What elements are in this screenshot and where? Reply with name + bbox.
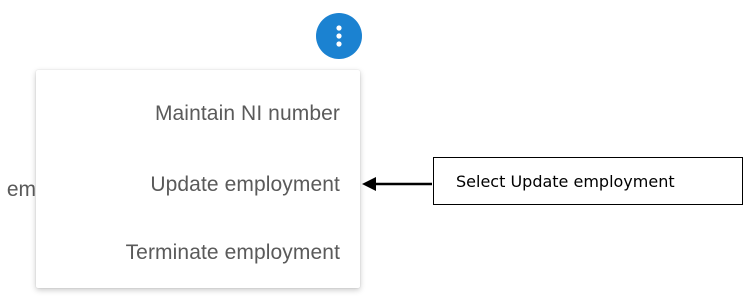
- background-partial-text: em: [6, 178, 36, 201]
- actions-dropdown-menu: Maintain NI number Update employment Ter…: [36, 70, 360, 288]
- menu-item-update-employment[interactable]: Update employment: [150, 173, 340, 197]
- annotation-callout: Select Update employment: [433, 157, 743, 205]
- menu-item-maintain-ni-number[interactable]: Maintain NI number: [155, 102, 340, 126]
- screenshot-stage: em Maintain NI number Update employment …: [0, 0, 747, 297]
- annotation-text: Select Update employment: [456, 171, 675, 191]
- more-vertical-icon: [336, 25, 342, 47]
- arrow-left-icon: [362, 177, 432, 191]
- more-actions-button[interactable]: [316, 13, 362, 59]
- menu-item-terminate-employment[interactable]: Terminate employment: [126, 241, 340, 265]
